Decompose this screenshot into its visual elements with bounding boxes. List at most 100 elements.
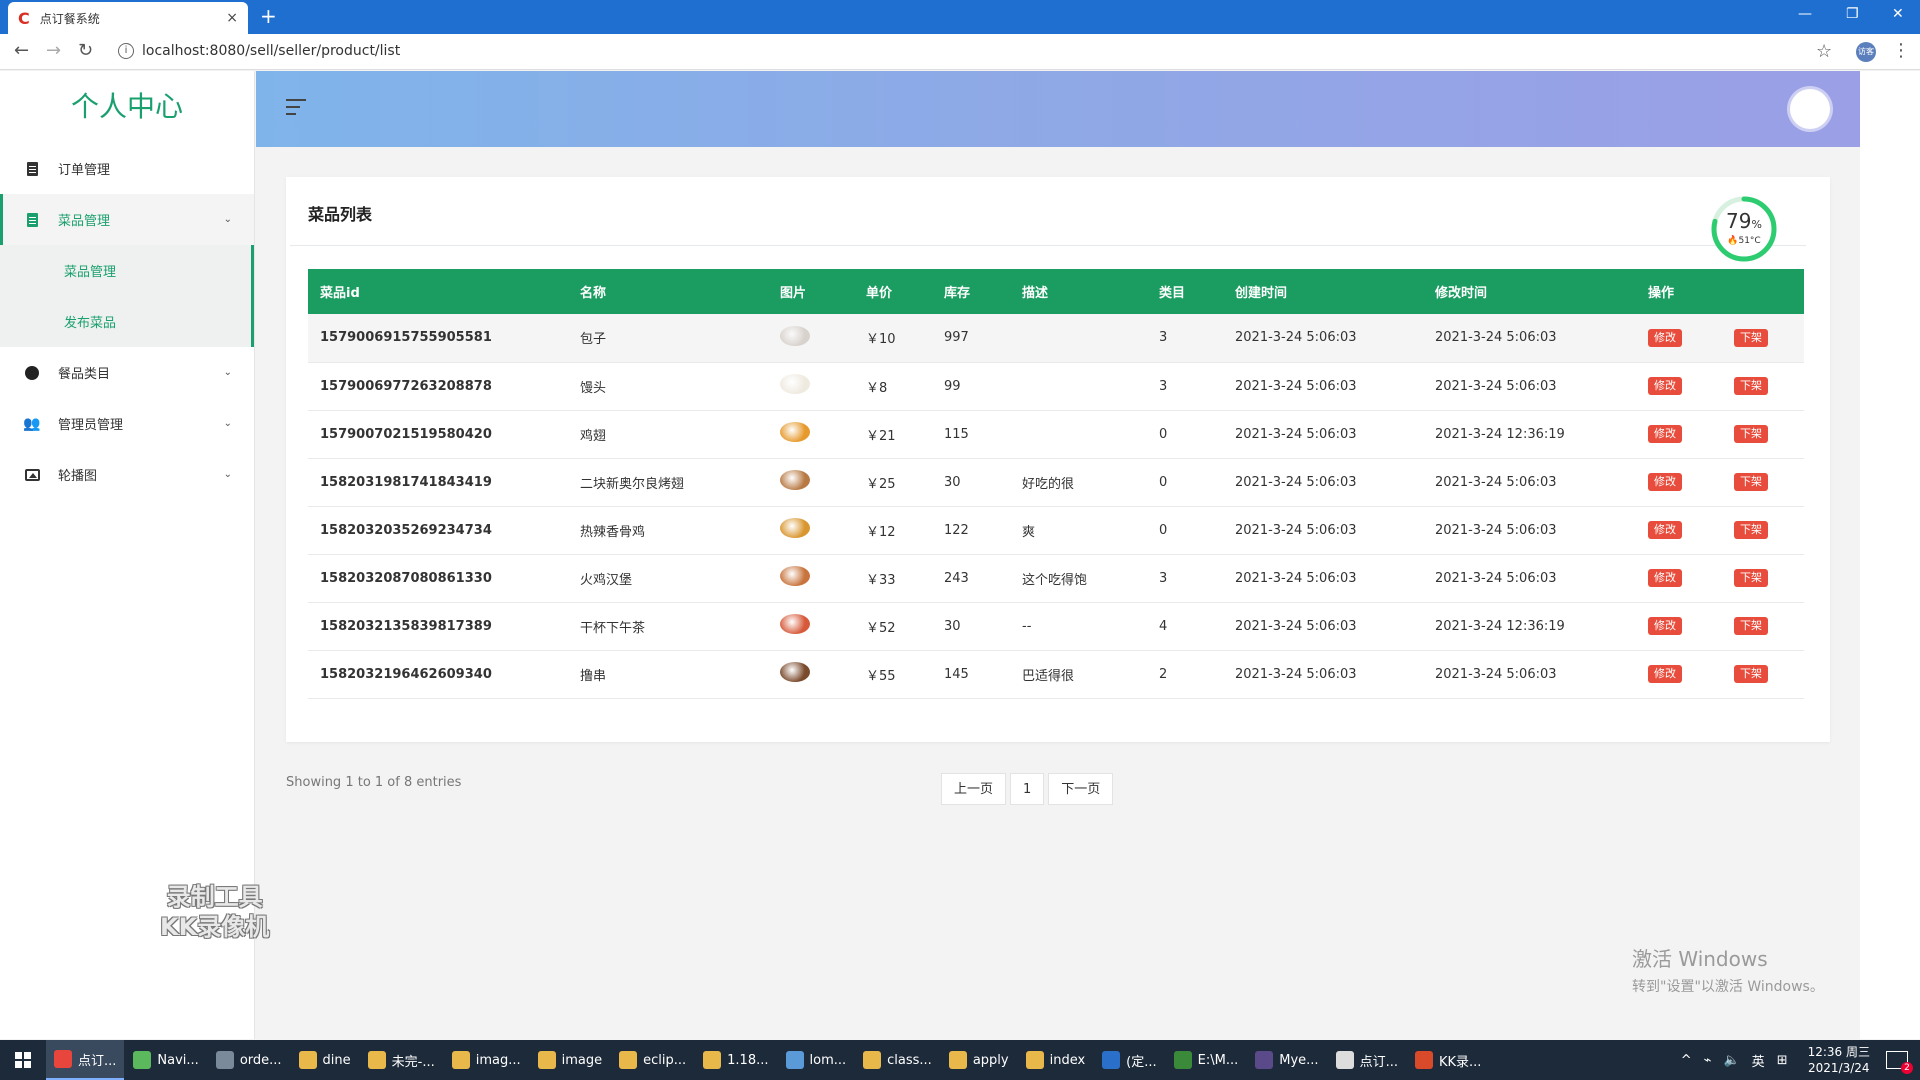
network-icon[interactable]: ⌁ <box>1704 1053 1712 1068</box>
taskbar-item[interactable]: dine <box>291 1040 359 1080</box>
edit-button[interactable]: 修改 <box>1648 665 1682 683</box>
product-id: 1579006977263208878 <box>308 362 568 411</box>
taskbar-item[interactable]: Mye... <box>1247 1040 1326 1080</box>
app-icon <box>54 1050 72 1068</box>
taskbar-item[interactable]: KK录... <box>1407 1040 1489 1080</box>
products-table: 菜品id 名称 图片 单价 库存 描述 类目 创建时间 修改时间 操作 1579… <box>308 269 1804 699</box>
ime-indicator[interactable]: 英 <box>1752 1051 1765 1070</box>
product-image <box>768 602 854 651</box>
modified-time: 2021-3-24 5:06:03 <box>1423 506 1636 555</box>
column-header: 库存 <box>932 269 1010 314</box>
offline-button[interactable]: 下架 <box>1734 377 1768 395</box>
edit-cell: 修改 <box>1636 362 1722 411</box>
user-avatar[interactable] <box>1790 89 1830 129</box>
taskbar-item[interactable]: 未完-... <box>360 1040 443 1080</box>
watermark-line: KK录像机 <box>160 913 270 941</box>
offline-button[interactable]: 下架 <box>1734 617 1768 635</box>
edit-button[interactable]: 修改 <box>1648 617 1682 635</box>
card-title: 菜品列表 <box>308 205 373 224</box>
product-category: 0 <box>1147 410 1223 459</box>
product-price: ￥55 <box>854 650 932 699</box>
product-category: 0 <box>1147 506 1223 555</box>
site-info-icon[interactable]: i <box>118 43 134 59</box>
volume-icon[interactable]: 🔈 <box>1723 1053 1739 1068</box>
edit-button[interactable]: 修改 <box>1648 521 1682 539</box>
edit-button[interactable]: 修改 <box>1648 473 1682 491</box>
sidebar-item-label: 轮播图 <box>58 469 98 484</box>
edit-button[interactable]: 修改 <box>1648 377 1682 395</box>
back-arrow-icon[interactable]: ← <box>14 42 29 60</box>
created-time: 2021-3-24 5:06:03 <box>1223 602 1423 651</box>
offline-button[interactable]: 下架 <box>1734 521 1768 539</box>
app-icon <box>298 1051 317 1069</box>
edit-button[interactable]: 修改 <box>1648 569 1682 587</box>
taskbar-item[interactable]: index <box>1018 1040 1094 1080</box>
sidebar-item-categories[interactable]: 餐品类目 ⌄ <box>0 347 254 398</box>
taskbar-item[interactable]: 点订... <box>46 1040 125 1080</box>
browser-menu-icon[interactable]: ⋮ <box>1892 40 1910 61</box>
product-description: 爽 <box>1010 506 1147 555</box>
taskbar-item[interactable]: 点订... <box>1328 1040 1406 1080</box>
taskbar-item[interactable]: eclip... <box>611 1040 694 1080</box>
sidebar-item-dishes[interactable]: 菜品管理 ⌄ <box>0 194 254 245</box>
bookmark-star-icon[interactable]: ☆ <box>1816 41 1832 62</box>
offline-button[interactable]: 下架 <box>1734 569 1768 587</box>
taskbar-item[interactable]: E:\M... <box>1166 1040 1247 1080</box>
taskbar-item[interactable]: lom... <box>778 1040 855 1080</box>
document-icon <box>24 212 40 228</box>
start-button[interactable] <box>0 1052 46 1068</box>
offline-button[interactable]: 下架 <box>1734 665 1768 683</box>
product-name: 热辣香骨鸡 <box>568 506 768 555</box>
clock[interactable]: 12:36 周三 2021/3/24 <box>1808 1044 1870 1076</box>
edit-cell: 修改 <box>1636 458 1722 507</box>
taskbar-item[interactable]: orde... <box>208 1040 290 1080</box>
product-category: 3 <box>1147 314 1223 363</box>
taskbar-item[interactable]: 1.18... <box>695 1040 776 1080</box>
column-header: 单价 <box>854 269 932 314</box>
edit-cell: 修改 <box>1636 506 1722 555</box>
forward-arrow-icon[interactable]: → <box>46 42 61 60</box>
sidebar-item-orders[interactable]: 订单管理 <box>0 143 254 194</box>
page-number-button[interactable]: 1 <box>1010 773 1045 805</box>
browser-tab[interactable]: C 点订餐系统 × <box>8 2 248 34</box>
table-row: 1579006977263208878 馒头 ￥8 99 3 2021-3-24 5:06… <box>308 362 1804 411</box>
reload-icon[interactable]: ↻ <box>78 42 93 60</box>
taskbar-item[interactable]: imag... <box>444 1040 529 1080</box>
edit-button[interactable]: 修改 <box>1648 425 1682 443</box>
flame-icon: 🔥 <box>1727 236 1739 246</box>
taskbar-item[interactable]: apply <box>941 1040 1017 1080</box>
restore-icon[interactable]: ❐ <box>1846 6 1859 22</box>
system-tray: ^ ⌁ 🔈 英 ⊞ 12:36 周三 2021/3/24 2 <box>1675 1040 1920 1080</box>
taskbar-item[interactable]: class... <box>855 1040 940 1080</box>
sidebar-item-carousel[interactable]: 轮播图 ⌄ <box>0 449 254 500</box>
sidebar-subitem-dish-management[interactable]: 菜品管理 <box>0 245 254 296</box>
product-price: ￥10 <box>854 314 932 363</box>
next-page-button[interactable]: 下一页 <box>1048 773 1114 805</box>
offline-button[interactable]: 下架 <box>1734 425 1768 443</box>
tab-close-icon[interactable]: × <box>226 10 238 26</box>
sidebar-subitem-publish-dish[interactable]: 发布菜品 <box>0 296 254 347</box>
offline-button[interactable]: 下架 <box>1734 328 1768 347</box>
notification-center-icon[interactable]: 2 <box>1886 1051 1913 1074</box>
app-icon <box>451 1051 470 1069</box>
product-category: 4 <box>1147 602 1223 651</box>
taskbar-item[interactable]: image <box>530 1040 611 1080</box>
offline-cell: 下架 <box>1722 602 1804 651</box>
taskbar-item[interactable]: (定... <box>1094 1040 1164 1080</box>
profile-avatar[interactable]: 访客 <box>1856 42 1876 62</box>
url-field[interactable]: localhost:8080/sell/seller/product/list <box>142 43 400 59</box>
menu-toggle-icon[interactable] <box>286 99 306 120</box>
prev-page-button[interactable]: 上一页 <box>941 773 1007 805</box>
sidebar-item-admins[interactable]: 👥 管理员管理 ⌄ <box>0 398 254 449</box>
keyboard-icon[interactable]: ⊞ <box>1777 1053 1788 1068</box>
sidebar-brand: 个人中心 <box>70 90 183 123</box>
window-close-icon[interactable]: ✕ <box>1892 6 1904 22</box>
chevron-up-icon[interactable]: ^ <box>1681 1053 1692 1068</box>
right-margin <box>1860 71 1920 1039</box>
minimize-icon[interactable]: — <box>1798 6 1812 22</box>
offline-button[interactable]: 下架 <box>1734 473 1768 491</box>
edit-button[interactable]: 修改 <box>1648 328 1682 347</box>
taskbar-item[interactable]: Navi... <box>125 1040 206 1080</box>
app-icon <box>619 1051 638 1069</box>
new-tab-button[interactable]: + <box>260 6 277 26</box>
